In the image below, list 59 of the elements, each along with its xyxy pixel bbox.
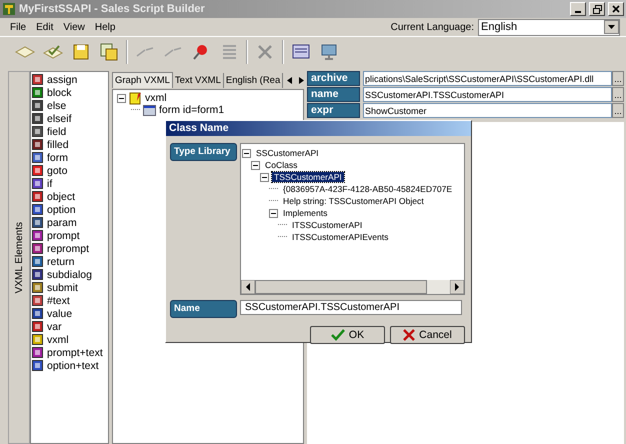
element-item[interactable]: option+text: [47, 360, 99, 372]
tab[interactable]: Graph VXML: [112, 72, 173, 88]
element-item[interactable]: vxml: [47, 334, 69, 346]
property-field[interactable]: ShowCustomer: [363, 103, 612, 118]
menu-item[interactable]: Help: [94, 22, 116, 32]
element-item[interactable]: else: [47, 100, 66, 112]
tree-item[interactable]: Help string: TSSCustomerAPI Object: [281, 196, 426, 206]
tree-item[interactable]: ITSSCustomerAPIEvents: [290, 232, 390, 242]
property-field[interactable]: plications\SaleScript\SSCustomerAPI\SSCustomerAPI.dll: [363, 71, 612, 86]
dialog-title: Class Name: [166, 121, 471, 136]
element-item[interactable]: filled: [47, 138, 69, 150]
tree-item[interactable]: form id=form1: [159, 104, 224, 116]
name-field[interactable]: SSCustomerAPI.TSSCustomerAPI: [240, 300, 462, 315]
browse-button[interactable]: ...: [612, 87, 624, 102]
element-item[interactable]: form: [47, 152, 68, 164]
menu-item[interactable]: File: [10, 22, 26, 32]
menu-item[interactable]: Edit: [36, 22, 54, 32]
tree-item[interactable]: {0836957A-423F-4128-AB50-45824ED707E: [281, 184, 454, 194]
menu-item[interactable]: View: [63, 22, 85, 32]
name-label: Name: [170, 300, 237, 318]
window-title: MyFirstSSAPI - Sales Script Builder: [19, 3, 205, 15]
tree-item[interactable]: Implements: [281, 208, 330, 218]
element-item[interactable]: if: [47, 178, 52, 190]
property-name: name: [307, 87, 360, 102]
tree-item[interactable]: vxml: [145, 92, 167, 104]
element-item[interactable]: option: [47, 204, 76, 216]
element-item[interactable]: goto: [47, 164, 68, 176]
element-item[interactable]: reprompt: [47, 242, 90, 254]
tree-item[interactable]: CoClass: [263, 160, 300, 170]
element-item[interactable]: field: [47, 126, 66, 138]
element-item[interactable]: elseif: [47, 112, 72, 124]
element-item[interactable]: return: [47, 256, 74, 268]
side-tab[interactable]: VXML Elements: [8, 71, 30, 444]
cancel-button[interactable]: Cancel: [390, 326, 465, 344]
property-name: archive: [307, 71, 360, 86]
language-label: Current Language:: [390, 22, 474, 32]
language-dropdown[interactable]: English: [478, 18, 620, 36]
ok-button[interactable]: OK: [310, 326, 385, 344]
element-item[interactable]: var: [47, 320, 62, 332]
element-item[interactable]: object: [47, 190, 76, 202]
element-item[interactable]: subdialog: [47, 268, 92, 280]
element-item[interactable]: #text: [47, 294, 70, 306]
property-field[interactable]: SSCustomerAPI.TSSCustomerAPI: [363, 87, 612, 102]
type-library-label: Type Library: [170, 143, 237, 161]
element-item[interactable]: assign: [47, 74, 78, 86]
tree-item[interactable]: TSSCustomerAPI: [272, 172, 344, 182]
tree-item[interactable]: SSCustomerAPI: [254, 148, 321, 158]
browse-button[interactable]: ...: [612, 71, 624, 86]
element-item[interactable]: prompt: [47, 230, 80, 242]
tab[interactable]: English (Rea: [224, 72, 284, 88]
element-item[interactable]: value: [47, 308, 72, 320]
tree-item[interactable]: ITSSCustomerAPI: [290, 220, 364, 230]
element-item[interactable]: param: [47, 216, 77, 228]
element-item[interactable]: submit: [47, 282, 78, 294]
element-item[interactable]: block: [47, 86, 72, 98]
element-item[interactable]: prompt+text: [47, 346, 103, 358]
browse-button[interactable]: ...: [612, 103, 624, 118]
tab[interactable]: Text VXML: [172, 72, 224, 88]
property-name: expr: [307, 103, 360, 118]
